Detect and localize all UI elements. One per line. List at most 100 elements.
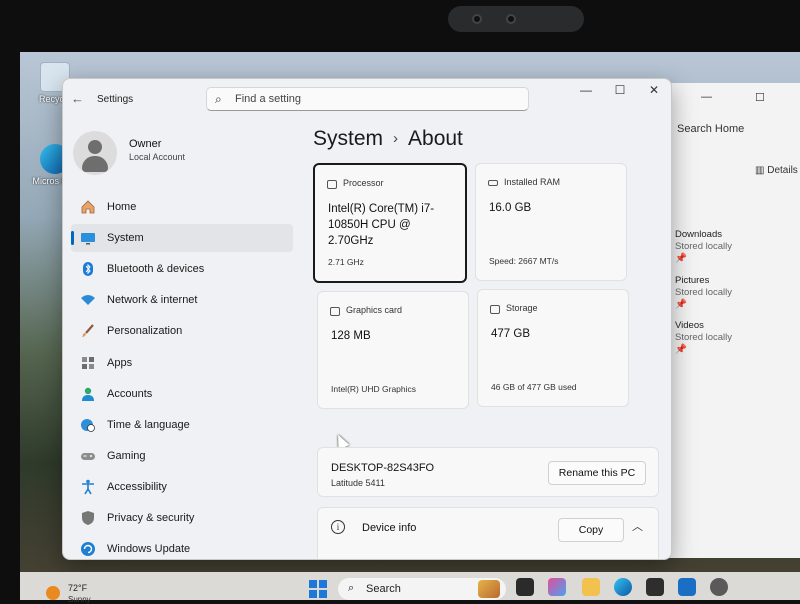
breadcrumb: System › About — [313, 127, 463, 151]
edge-icon[interactable] — [614, 578, 632, 596]
list-item[interactable]: Videos Stored locally 📌 — [675, 320, 732, 356]
profile-account-type: Local Account — [129, 152, 186, 162]
details-label: Details — [767, 165, 798, 176]
storage-card[interactable]: Storage 477 GB 46 GB of 477 GB used — [477, 289, 629, 407]
sidebar-item-time-language[interactable]: Time & language — [71, 411, 293, 439]
file-explorer-window: — ☐ Search Home ▥ Details Downloads Stor… — [650, 83, 800, 558]
sidebar-item-network[interactable]: Network & internet — [71, 286, 293, 314]
chevron-up-icon[interactable]: ︿ — [632, 518, 643, 534]
sidebar-item-label: Windows Update — [107, 543, 191, 555]
memory-icon — [488, 180, 498, 186]
sidebar-item-label: Network & internet — [107, 294, 198, 306]
sidebar-item-gaming[interactable]: Gaming — [71, 442, 293, 470]
back-arrow-icon[interactable]: ← — [71, 91, 85, 106]
avatar[interactable] — [73, 131, 117, 175]
details-button[interactable]: ▥ Details — [755, 165, 798, 176]
ram-card[interactable]: Installed RAM 16.0 GB Speed: 2667 MT/s — [475, 163, 627, 281]
sidebar-item-personalization[interactable]: Personalization — [71, 317, 293, 345]
maximize-icon[interactable]: ☐ — [605, 83, 635, 101]
ram-speed: Speed: 2667 MT/s — [489, 256, 559, 266]
search-icon: ⌕ — [215, 92, 222, 106]
info-icon: i — [331, 520, 345, 534]
sidebar-item-system[interactable]: System — [71, 224, 293, 252]
explorer-search[interactable]: Search Home — [677, 123, 744, 135]
copy-button[interactable]: Copy — [558, 518, 624, 542]
search-highlight-icon — [478, 580, 500, 598]
settings-gear-icon[interactable] — [710, 578, 728, 596]
close-icon[interactable]: ✕ — [639, 83, 669, 101]
details-pane-icon: ▥ — [755, 165, 768, 176]
search-icon: ⌕ — [348, 582, 355, 594]
camera-lens — [506, 14, 516, 24]
weather-temperature[interactable]: 72°F — [68, 583, 87, 593]
shield-icon — [82, 511, 94, 525]
device-info-panel[interactable]: i Device info Copy ︿ — [317, 507, 659, 559]
sidebar-item-accessibility[interactable]: Accessibility — [71, 473, 293, 501]
rename-pc-button[interactable]: Rename this PC — [548, 461, 646, 485]
home-icon — [81, 200, 95, 214]
processor-speed: 2.71 GHz — [328, 257, 364, 267]
minimize-icon[interactable]: — — [701, 91, 712, 103]
pin-icon: 📌 — [675, 299, 687, 310]
sidebar-item-label: Gaming — [107, 450, 146, 462]
sidebar-item-label: Privacy & security — [107, 512, 195, 524]
wifi-icon — [81, 295, 95, 305]
outlook-icon[interactable] — [678, 578, 696, 596]
card-caption: Graphics card — [346, 305, 403, 315]
camera-sensor — [472, 14, 482, 24]
sidebar-item-label: Accounts — [107, 388, 153, 400]
globe-clock-icon — [81, 419, 95, 432]
sidebar-item-privacy-security[interactable]: Privacy & security — [71, 504, 293, 532]
sidebar-item-label: Home — [107, 201, 137, 213]
task-view-icon[interactable] — [516, 578, 534, 596]
folder-status: Stored locally — [675, 287, 733, 298]
webcam-bar — [448, 6, 584, 32]
list-item[interactable]: Pictures Stored locally 📌 — [675, 275, 732, 311]
accessibility-icon — [82, 479, 94, 495]
sidebar-item-apps[interactable]: Apps — [71, 349, 293, 377]
app-title: Settings — [97, 94, 134, 105]
settings-window: ← Settings ⌕ — ☐ ✕ Owner Local Account H… — [62, 78, 672, 560]
file-explorer-icon[interactable] — [582, 578, 600, 596]
gpu-icon — [330, 307, 340, 316]
ram-value: 16.0 GB — [489, 202, 532, 214]
device-info-label: Device info — [362, 522, 417, 534]
sidebar-item-label: Bluetooth & devices — [107, 263, 205, 275]
sidebar-item-bluetooth[interactable]: Bluetooth & devices — [71, 255, 293, 283]
search-input[interactable] — [235, 91, 515, 107]
apps-icon — [82, 357, 94, 369]
maximize-icon[interactable]: ☐ — [755, 91, 765, 104]
folder-name: Videos — [675, 320, 704, 331]
drive-icon — [490, 305, 500, 314]
card-caption: Installed RAM — [504, 177, 561, 187]
card-caption: Processor — [343, 178, 384, 188]
start-icon[interactable] — [309, 580, 327, 598]
sidebar-item-accounts[interactable]: Accounts — [71, 380, 293, 408]
folder-status: Stored locally — [675, 332, 733, 343]
sun-icon[interactable] — [46, 586, 60, 600]
sidebar-item-label: Apps — [107, 357, 133, 369]
person-icon — [82, 387, 94, 401]
gamepad-icon — [81, 453, 95, 460]
taskbar-search-label: Search — [366, 583, 401, 595]
pin-icon: 📌 — [675, 344, 687, 355]
sidebar-item-home[interactable]: Home — [71, 193, 293, 221]
breadcrumb-parent[interactable]: System — [313, 127, 383, 150]
pc-model: Latitude 5411 — [331, 478, 385, 488]
folder-status: Stored locally — [675, 241, 733, 252]
graphics-card[interactable]: Graphics card 128 MB Intel(R) UHD Graphi… — [317, 291, 469, 409]
brush-icon — [82, 324, 94, 337]
minimize-icon[interactable]: — — [571, 83, 601, 101]
processor-card[interactable]: Processor Intel(R) Core(TM) i7-10850H CP… — [313, 163, 467, 283]
bluetooth-icon — [83, 262, 93, 276]
search-box[interactable]: ⌕ — [206, 87, 529, 111]
card-caption: Storage — [506, 303, 538, 313]
storage-value: 477 GB — [491, 328, 530, 340]
taskbar-search[interactable]: ⌕ Search — [338, 578, 506, 600]
sidebar-item-windows-update[interactable]: Windows Update — [71, 535, 293, 559]
monitor-icon — [81, 233, 95, 245]
store-icon[interactable] — [646, 578, 664, 596]
sidebar-item-label: Personalization — [107, 325, 183, 337]
list-item[interactable]: Downloads Stored locally 📌 — [675, 229, 732, 265]
copilot-icon[interactable] — [548, 578, 566, 596]
